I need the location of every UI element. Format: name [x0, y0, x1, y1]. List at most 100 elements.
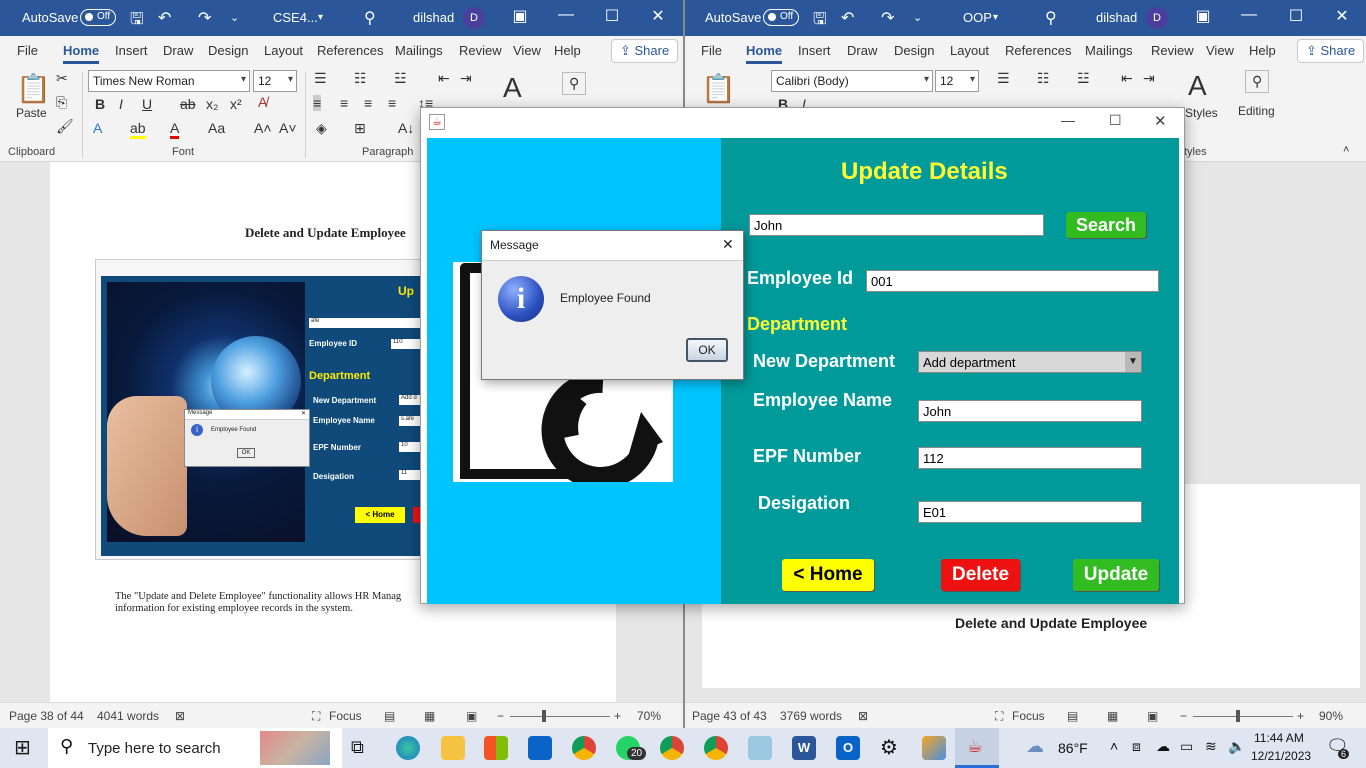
avatar[interactable]: D	[1146, 7, 1168, 29]
home-button[interactable]: < Home	[782, 559, 874, 591]
styles-icon[interactable]: A	[503, 72, 522, 104]
paste-label[interactable]: Paste	[16, 106, 47, 120]
zoom-slider-knob[interactable]	[542, 710, 546, 722]
outlook-icon[interactable]: O	[836, 736, 860, 760]
search-button[interactable]: Search	[1066, 212, 1146, 238]
zoom-out-icon[interactable]: −	[497, 709, 504, 723]
employee-id-field[interactable]: 001	[866, 270, 1159, 292]
ribbon-display-icon[interactable]: ▣	[1189, 6, 1217, 26]
align-right-icon[interactable]: ≡	[364, 95, 372, 111]
app-cube-icon[interactable]	[922, 736, 946, 760]
decrease-indent-icon[interactable]: ⇤	[438, 70, 450, 87]
increase-indent-icon[interactable]: ⇥	[1143, 70, 1155, 87]
print-layout-icon[interactable]: ▦	[1107, 709, 1118, 723]
styles-icon[interactable]: A	[1188, 70, 1207, 102]
page-count[interactable]: Page 43 of 43	[692, 709, 767, 723]
chrome-profile-icon[interactable]	[660, 736, 684, 760]
tab-file[interactable]: File	[17, 43, 38, 58]
tray-chevron-icon[interactable]: ˄	[1110, 738, 1118, 754]
word-icon[interactable]: W	[792, 736, 816, 760]
start-windows-icon[interactable]: ⊞	[14, 735, 31, 760]
sort-icon[interactable]: A↓	[398, 120, 414, 136]
read-mode-icon[interactable]: ▤	[384, 709, 395, 723]
tab-insert[interactable]: Insert	[115, 43, 148, 58]
search-icon[interactable]: ⚲	[364, 8, 376, 28]
word-count[interactable]: 4041 words	[97, 709, 159, 723]
minimize-icon[interactable]: —	[552, 6, 580, 24]
tab-view[interactable]: View	[1206, 43, 1234, 58]
share-button[interactable]: ⇪ Share	[1297, 39, 1365, 63]
volume-icon[interactable]: 🔈	[1228, 738, 1245, 755]
tab-home[interactable]: Home	[63, 43, 100, 64]
battery-icon[interactable]: ▭	[1180, 738, 1193, 755]
wifi-icon[interactable]: ≋	[1205, 738, 1217, 755]
java-maximize-icon[interactable]: ☐	[1109, 112, 1122, 129]
font-size-combo[interactable]: 12	[253, 70, 297, 92]
save-icon[interactable]: 🖫	[130, 8, 144, 35]
decrease-indent-icon[interactable]: ⇤	[1121, 70, 1133, 87]
ok-button[interactable]: OK	[686, 338, 728, 362]
undo-icon[interactable]: ↶	[841, 8, 854, 28]
edge-icon[interactable]	[396, 736, 420, 760]
share-button[interactable]: ⇪ Share	[611, 39, 679, 63]
focus-label[interactable]: Focus	[1012, 709, 1045, 723]
epf-number-field[interactable]: 112	[918, 447, 1142, 469]
find-icon[interactable]: ⚲	[1245, 70, 1270, 93]
underline-icon[interactable]: U	[142, 96, 152, 112]
increase-indent-icon[interactable]: ⇥	[460, 70, 472, 87]
styles-label[interactable]: Styles	[1185, 106, 1218, 120]
java-minimize-icon[interactable]: —	[1061, 112, 1075, 128]
web-layout-icon[interactable]: ▣	[466, 709, 477, 723]
tab-mailings[interactable]: Mailings	[1085, 43, 1133, 58]
dropdown-arrow-icon[interactable]: ▼	[1125, 352, 1141, 372]
weather-temp[interactable]: 86°F	[1058, 740, 1088, 756]
redo-icon[interactable]: ↷	[881, 8, 894, 28]
paste-icon[interactable]: 📋	[16, 72, 51, 105]
delete-button[interactable]: Delete	[941, 559, 1020, 591]
superscript-icon[interactable]: x²	[230, 96, 242, 112]
read-mode-icon[interactable]: ▤	[1067, 709, 1078, 723]
zoom-level[interactable]: 70%	[637, 709, 661, 723]
zoom-in-icon[interactable]: +	[1297, 709, 1304, 723]
update-button[interactable]: Update	[1073, 559, 1159, 591]
dialog-close-icon[interactable]: ✕	[722, 236, 734, 253]
document-title[interactable]: CSE4...	[273, 10, 318, 25]
clear-format-icon[interactable]: A̸	[258, 94, 267, 110]
title-dropdown-icon[interactable]: ▾	[993, 12, 998, 23]
user-name[interactable]: dilshad	[413, 10, 454, 25]
document-title[interactable]: OOP	[963, 10, 992, 25]
clock-date[interactable]: 12/21/2023	[1251, 749, 1311, 763]
file-explorer-icon[interactable]	[441, 736, 465, 760]
align-center-icon[interactable]: ≡	[340, 95, 348, 111]
tab-draw[interactable]: Draw	[847, 43, 877, 58]
tab-file[interactable]: File	[701, 43, 722, 58]
tab-home[interactable]: Home	[746, 43, 783, 64]
font-color-icon[interactable]: A	[170, 120, 180, 139]
text-effects-icon[interactable]: A	[93, 120, 102, 136]
zoom-level[interactable]: 90%	[1319, 709, 1343, 723]
bullets-icon[interactable]: ☰	[314, 70, 327, 87]
mail-icon[interactable]	[528, 736, 552, 760]
tab-insert[interactable]: Insert	[798, 43, 831, 58]
clock-time[interactable]: 11:44 AM	[1254, 731, 1304, 745]
task-view-icon[interactable]: ⧉	[351, 737, 364, 758]
notes-icon[interactable]	[748, 736, 772, 760]
autosave-toggle[interactable]: Off	[80, 9, 116, 26]
subscript-icon[interactable]: x₂	[206, 96, 218, 112]
italic-icon[interactable]: I	[119, 96, 123, 112]
copy-icon[interactable]: ⎘	[56, 94, 67, 111]
zoom-out-icon[interactable]: −	[1180, 709, 1187, 723]
maximize-icon[interactable]: ☐	[598, 6, 626, 26]
avatar[interactable]: D	[463, 7, 485, 29]
justify-icon[interactable]: ≡	[388, 95, 396, 111]
bullets-icon[interactable]: ☰	[997, 70, 1010, 87]
collapse-ribbon-icon[interactable]: ˄	[1343, 144, 1349, 156]
editing-label[interactable]: Editing	[1238, 104, 1275, 118]
java-close-icon[interactable]: ✕	[1154, 112, 1167, 130]
tab-mailings[interactable]: Mailings	[395, 43, 443, 58]
ribbon-display-icon[interactable]: ▣	[506, 6, 534, 26]
tab-layout[interactable]: Layout	[950, 43, 989, 58]
page-count[interactable]: Page 38 of 44	[9, 709, 84, 723]
align-left-icon[interactable]: ≡	[313, 95, 322, 111]
chrome-icon[interactable]	[572, 736, 596, 760]
